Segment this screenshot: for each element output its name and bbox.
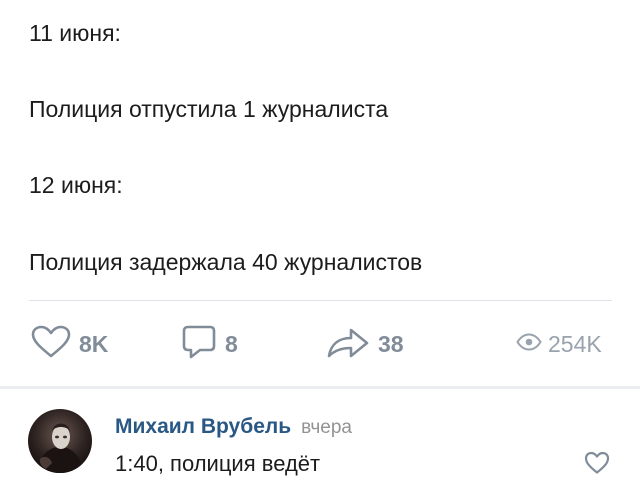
post-line-date-1: 11 июня: xyxy=(29,20,121,46)
post-actions-bar: 8K 8 38 254K xyxy=(0,320,640,368)
share-button[interactable]: 38 xyxy=(326,320,404,368)
comment-header: Михаил Врубель вчера xyxy=(115,415,352,439)
views-counter: 254K xyxy=(516,320,602,368)
comment-item: Михаил Врубель вчера 1:40, полиция ведёт xyxy=(0,389,640,487)
comment-author-name[interactable]: Михаил Врубель xyxy=(115,415,291,439)
like-button[interactable]: 8K xyxy=(31,320,108,368)
comment-button[interactable]: 8 xyxy=(181,320,238,368)
like-count: 8K xyxy=(79,330,109,357)
comment-count: 8 xyxy=(225,330,238,357)
avatar[interactable] xyxy=(28,409,92,473)
post-line-detain: Полиция задержала 40 журналистов xyxy=(29,249,423,275)
post-line-date-2: 12 июня: xyxy=(29,172,123,198)
post-view: 11 июня: Полиция отпустила 1 журналиста … xyxy=(0,0,640,487)
share-arrow-icon xyxy=(326,325,370,364)
comment-text: 1:40, полиция ведёт xyxy=(115,451,321,476)
heart-icon xyxy=(584,451,610,479)
eye-icon xyxy=(516,332,542,356)
comment-timestamp: вчера xyxy=(301,417,352,438)
share-count: 38 xyxy=(378,330,404,357)
post-divider xyxy=(29,300,612,301)
heart-icon xyxy=(31,325,71,364)
comment-like-button[interactable] xyxy=(584,451,610,475)
post-line-release: Полиция отпустила 1 журналиста xyxy=(29,96,389,122)
comment-icon xyxy=(181,324,217,365)
views-count: 254K xyxy=(548,330,602,357)
